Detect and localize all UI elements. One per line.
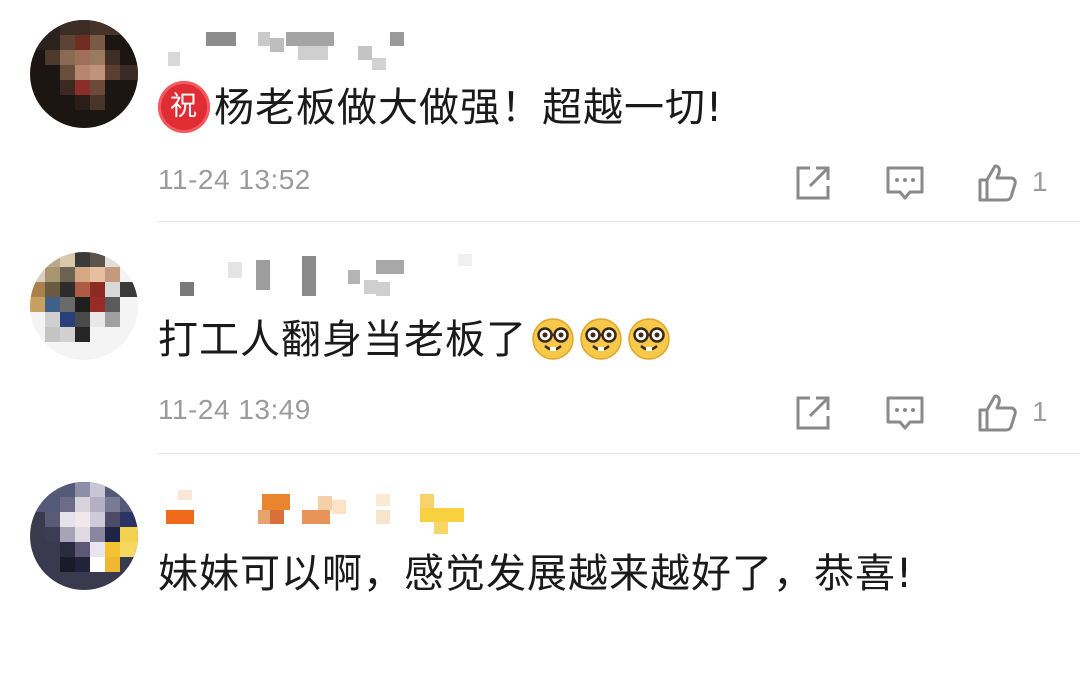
share-icon[interactable]	[788, 158, 838, 208]
comment-icon[interactable]	[880, 388, 930, 438]
avatar[interactable]	[30, 252, 138, 360]
timestamp: 11-24 13:49	[158, 394, 311, 425]
avatar[interactable]	[30, 20, 138, 128]
username-redacted[interactable]	[158, 252, 498, 300]
comment-item: 妹妹可以啊，感觉发展越来越好了，恭喜!	[0, 454, 1080, 684]
comment-text: 妹妹可以啊，感觉发展越来越好了，恭喜!	[158, 544, 988, 604]
comment-body: 妹妹可以啊，感觉发展越来越好了，恭喜!	[158, 551, 914, 597]
timestamp: 11-24 13:52	[158, 164, 311, 195]
like-count: 1	[1032, 396, 1048, 427]
like-icon[interactable]	[972, 388, 1022, 438]
nerd-face-emoji	[580, 318, 622, 360]
like-icon[interactable]	[972, 158, 1022, 208]
comment-item: 打工人翻身当老板了 11-24 13:49 1	[0, 222, 1080, 454]
comment-text: 祝杨老板做大做强！超越一切!	[158, 78, 1018, 138]
comment-body: 打工人翻身当老板了	[158, 317, 527, 363]
avatar[interactable]	[30, 482, 138, 590]
wish-badge-icon: 祝	[158, 81, 210, 133]
username-redacted[interactable]	[158, 490, 498, 538]
nerd-face-emoji	[628, 318, 670, 360]
comment-body: 杨老板做大做强！超越一切!	[214, 85, 724, 131]
like-count: 1	[1032, 166, 1048, 197]
comment-actions: 1	[780, 158, 1080, 208]
comment-icon[interactable]	[880, 158, 930, 208]
comment-item: 祝杨老板做大做强！超越一切! 11-24 13:52 1	[0, 0, 1080, 222]
comment-text: 打工人翻身当老板了	[158, 310, 1018, 370]
share-icon[interactable]	[788, 388, 838, 438]
username-redacted[interactable]	[158, 24, 498, 72]
nerd-face-emoji	[532, 318, 574, 360]
comment-actions: 1	[780, 388, 1080, 438]
